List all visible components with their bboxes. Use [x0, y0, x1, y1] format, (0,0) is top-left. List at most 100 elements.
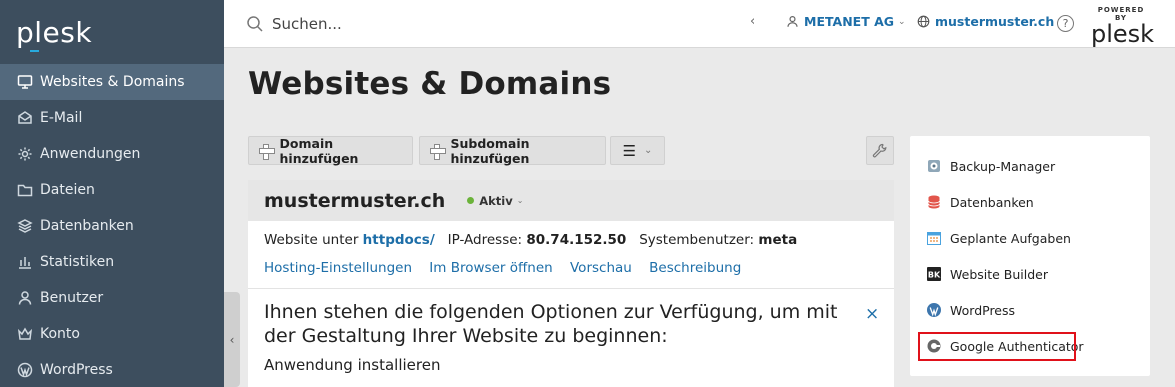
gear-icon	[16, 145, 34, 163]
add-domain-label: Domain hinzufügen	[279, 135, 359, 166]
ip-label: IP-Adresse:	[447, 232, 523, 248]
databases-link[interactable]: Datenbanken	[926, 191, 1034, 213]
panel-item-label: WordPress	[950, 302, 1016, 318]
domain-name: mustermuster.ch	[935, 14, 1055, 29]
sidebar-collapse-toggle[interactable]: ‹	[224, 292, 240, 387]
open-in-browser-link[interactable]: Im Browser öffnen	[429, 260, 552, 276]
plus-icon	[430, 143, 447, 160]
brand-name: plesk	[1091, 20, 1155, 48]
domain-link[interactable]: mustermuster.ch	[917, 14, 1054, 29]
sysuser-label: Systembenutzer:	[639, 232, 755, 248]
chevron-down-icon: ⌄	[644, 145, 653, 156]
user-icon	[787, 16, 798, 27]
chevron-down-icon: ⌄	[898, 16, 906, 27]
database-icon	[926, 194, 942, 210]
folder-icon	[16, 181, 34, 199]
sidebar-item-statistiken[interactable]: Statistiken	[0, 244, 224, 280]
status-badge[interactable]: Aktiv ⌄	[467, 194, 523, 208]
sidebar-item-label: WordPress	[40, 362, 113, 378]
install-application-link[interactable]: Anwendung installieren	[264, 356, 440, 374]
hamburger-icon: ☰	[622, 141, 637, 160]
sidebar-item-konto[interactable]: Konto	[0, 316, 224, 352]
sidebar-item-datenbanken[interactable]: Datenbanken	[0, 208, 224, 244]
account-name: METANET AG	[804, 14, 895, 29]
sidebar-item-label: Anwendungen	[40, 146, 141, 162]
calendar-icon	[926, 230, 942, 246]
panel-item-label: Datenbanken	[950, 194, 1034, 210]
panel-item-label: Website Builder	[950, 266, 1049, 282]
hosting-settings-link[interactable]: Hosting-Einstellungen	[264, 260, 412, 276]
add-subdomain-label: Subdomain hinzufügen	[450, 135, 530, 166]
wrench-icon	[872, 143, 887, 157]
more-actions-menu-button[interactable]: ☰ ⌄	[610, 136, 665, 165]
sidebar-item-label: Statistiken	[40, 254, 115, 270]
sidebar-item-label: E-Mail	[40, 110, 83, 126]
help-glyph: ?	[1062, 17, 1069, 30]
wordpress-link[interactable]: WordPress	[926, 299, 1015, 321]
page-title: Websites & Domains	[248, 66, 612, 102]
sidebar-item-label: Dateien	[40, 182, 95, 198]
chevron-left-icon: ‹	[229, 332, 235, 347]
domain-card-header: mustermuster.ch Aktiv ⌄	[248, 180, 894, 221]
sidebar-nav: Websites & Domains E-Mail Anwendungen Da…	[0, 64, 224, 387]
add-subdomain-button[interactable]: Subdomain hinzufügen	[419, 135, 606, 166]
chevron-down-icon: ⌄	[516, 196, 524, 205]
panel-item-label: Geplante Aufgaben	[950, 230, 1071, 246]
backup-manager-link[interactable]: Backup-Manager	[926, 155, 1055, 177]
plesk-logo[interactable]: plesk	[0, 0, 224, 64]
sidebar-item-label: Benutzer	[40, 290, 104, 306]
status-label: Aktiv	[479, 193, 513, 208]
ip-value: 80.74.152.50	[526, 232, 627, 248]
bar-chart-icon	[16, 253, 34, 271]
sidebar-item-label: Konto	[40, 326, 80, 342]
status-dot-icon	[467, 197, 475, 204]
close-icon[interactable]: ×	[865, 304, 879, 324]
plus-icon	[259, 143, 275, 160]
back-chevron-icon[interactable]: ‹	[750, 14, 755, 29]
sidebar-item-wordpress[interactable]: WordPress	[0, 352, 224, 387]
svg-text:BK: BK	[928, 271, 941, 280]
account-menu[interactable]: METANET AG ⌄	[786, 14, 906, 29]
domain-card: mustermuster.ch Aktiv ⌄ Website unter ht…	[248, 180, 894, 387]
hosting-info: Website unter httpdocs/ IP-Adresse: 80.7…	[264, 232, 797, 248]
tools-button[interactable]	[866, 136, 894, 165]
sidebar-item-label: Datenbanken	[40, 218, 134, 234]
sidebar: plesk Websites & Domains E-Mail Anwendun…	[0, 0, 224, 387]
sidebar-item-email[interactable]: E-Mail	[0, 100, 224, 136]
user-icon	[16, 289, 34, 307]
getting-started-text: Ihnen stehen die folgenden Optionen zur …	[264, 301, 838, 347]
sidebar-item-benutzer[interactable]: Benutzer	[0, 280, 224, 316]
search-input[interactable]	[272, 14, 672, 33]
top-header: ‹ METANET AG ⌄ mustermuster.ch ? POWERED…	[224, 0, 1175, 48]
website-prefix: Website unter	[264, 232, 359, 248]
website-builder-icon: BK	[926, 266, 942, 282]
crown-icon	[16, 325, 34, 343]
wordpress-icon	[926, 302, 942, 318]
domain-title[interactable]: mustermuster.ch	[264, 190, 445, 212]
panel-item-label: Backup-Manager	[950, 158, 1056, 174]
docroot-link[interactable]: httpdocs/	[363, 232, 435, 248]
highlight-box	[918, 332, 1076, 361]
sidebar-item-dateien[interactable]: Dateien	[0, 172, 224, 208]
powered-by-plesk: POWERED BY plesk	[1091, 6, 1155, 48]
sysuser-value: meta	[758, 232, 798, 248]
wordpress-icon	[16, 361, 34, 379]
help-icon[interactable]: ?	[1057, 15, 1074, 32]
add-domain-button[interactable]: Domain hinzufügen	[248, 135, 413, 166]
divider	[248, 288, 894, 289]
domain-links: Hosting-Einstellungen Im Browser öffnen …	[264, 260, 754, 276]
sidebar-item-websites-domains[interactable]: Websites & Domains	[0, 64, 224, 100]
website-builder-link[interactable]: BK Website Builder	[926, 263, 1048, 285]
backup-icon	[926, 158, 942, 174]
description-link[interactable]: Beschreibung	[649, 260, 741, 276]
scheduled-tasks-link[interactable]: Geplante Aufgaben	[926, 227, 1071, 249]
monitor-icon	[16, 73, 34, 91]
sidebar-item-anwendungen[interactable]: Anwendungen	[0, 136, 224, 172]
search-icon	[247, 15, 263, 32]
logo-text: plesk	[16, 15, 93, 52]
layers-icon	[16, 217, 34, 235]
globe-icon	[917, 15, 930, 28]
sidebar-item-label: Websites & Domains	[40, 74, 185, 90]
mail-icon	[16, 109, 34, 127]
preview-link[interactable]: Vorschau	[570, 260, 632, 276]
